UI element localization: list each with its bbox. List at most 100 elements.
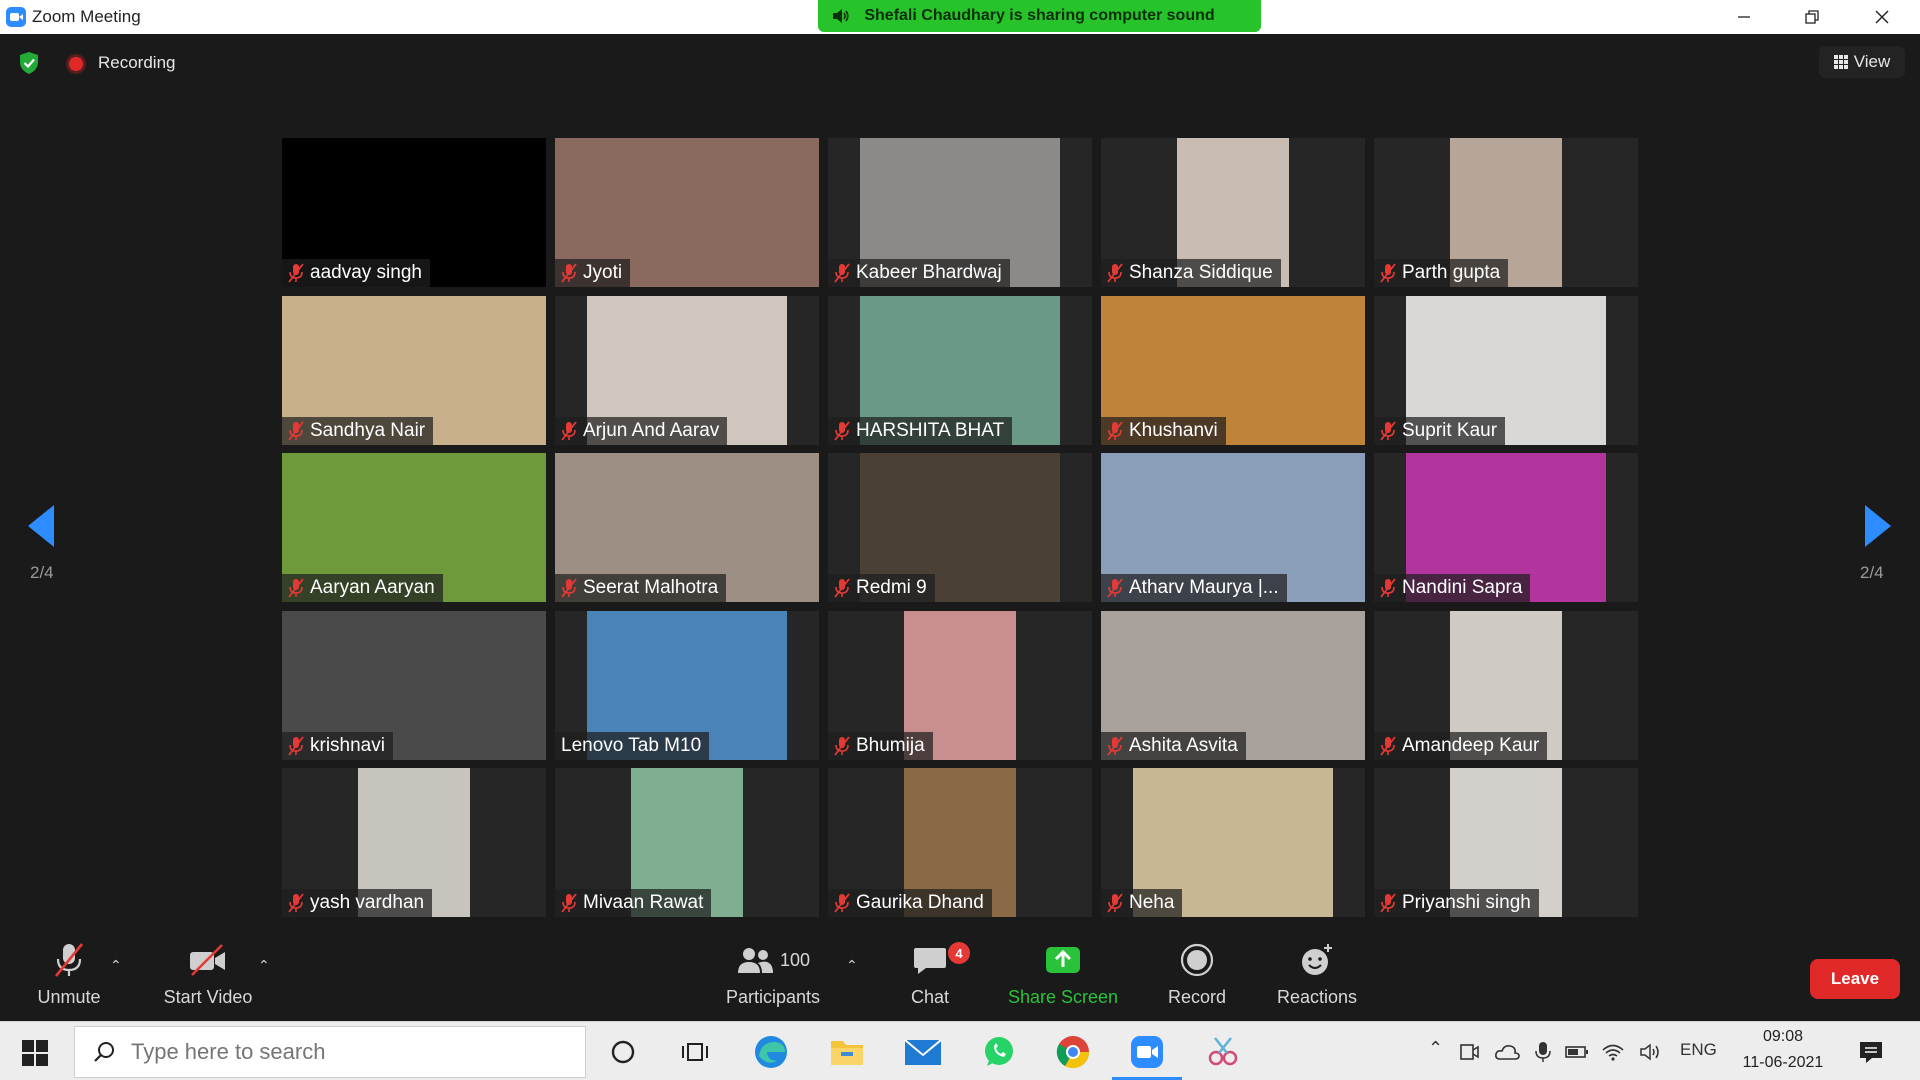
restore-button[interactable] [1782,0,1842,34]
whatsapp-icon[interactable] [980,1033,1018,1071]
muted-mic-icon [1107,421,1123,441]
unmute-label: Unmute [37,987,101,1007]
volume-icon[interactable] [1636,1033,1666,1071]
participant-tile[interactable]: Nandini Sapra [1374,453,1638,602]
muted-mic-icon [834,263,850,283]
participant-tile[interactable]: Khushanvi [1101,296,1365,445]
participant-name-label: Amandeep Kaur [1374,732,1548,760]
onedrive-cloud-icon[interactable] [1492,1033,1522,1071]
participants-button[interactable]: 100 Participants [718,935,828,1021]
window-title: Zoom Meeting [32,7,141,26]
minimize-button[interactable] [1714,0,1774,34]
taskbar-search-box[interactable] [74,1026,586,1078]
participant-tile[interactable]: Bhumija [828,611,1092,760]
snipping-tool-icon[interactable] [1204,1033,1242,1071]
share-screen-icon [1046,947,1080,973]
taskbar-clock[interactable]: 09:08 11-06-2021 [1740,1024,1826,1076]
zoom-taskbar-icon[interactable] [1128,1033,1166,1071]
battery-icon[interactable] [1562,1033,1592,1071]
participant-name-label: Redmi 9 [828,574,935,602]
participant-tile[interactable]: Jyoti [555,138,819,287]
participant-tile[interactable]: Parth gupta [1374,138,1638,287]
participant-name: Khushanvi [1129,420,1218,441]
chrome-icon[interactable] [1054,1033,1092,1071]
record-button[interactable]: Record [1164,935,1230,1021]
participant-tile[interactable]: krishnavi [282,611,546,760]
mail-icon[interactable] [904,1033,942,1071]
microphone-tray-icon[interactable] [1530,1033,1556,1071]
start-video-button[interactable]: Start Video [158,935,258,1021]
wifi-icon[interactable] [1598,1033,1628,1071]
muted-mic-icon [1380,893,1396,913]
muted-mic-icon [834,736,850,756]
participant-name-label: Kabeer Bhardwaj [828,259,1010,287]
leave-button[interactable]: Leave [1810,959,1900,999]
close-icon [1875,10,1889,24]
participant-tile[interactable]: Kabeer Bhardwaj [828,138,1092,287]
participant-tile[interactable]: Redmi 9 [828,453,1092,602]
participant-tile[interactable]: Priyanshi singh [1374,768,1638,917]
restore-icon [1805,10,1819,24]
participant-tile[interactable]: Shanza Siddique [1101,138,1365,287]
participant-tile[interactable]: Suprit Kaur [1374,296,1638,445]
muted-mic-icon [1380,736,1396,756]
participant-tile[interactable]: Sandhya Nair [282,296,546,445]
participant-name-label: Neha [1101,889,1183,917]
participant-tile[interactable]: Gaurika Dhand [828,768,1092,917]
notifications-icon[interactable] [1852,1033,1890,1071]
participant-tile[interactable]: Seerat Malhotra [555,453,819,602]
video-options-caret-icon[interactable]: ⌃ [258,957,270,974]
muted-mic-icon [561,893,577,913]
participant-tile[interactable]: HARSHITA BHAT [828,296,1092,445]
muted-mic-icon [1380,263,1396,283]
close-button[interactable] [1852,0,1912,34]
participant-name-label: Jyoti [555,259,631,287]
participant-tile[interactable]: Arjun And Aarav [555,296,819,445]
participant-name: Mivaan Rawat [583,892,704,913]
participant-tile[interactable]: Neha [1101,768,1365,917]
edge-browser-icon[interactable] [752,1033,790,1071]
participant-name-label: Ashita Asvita [1101,732,1246,760]
participant-name: Aaryan Aaryan [310,577,435,598]
participant-tile[interactable]: Atharv Maurya |... [1101,453,1365,602]
chat-button[interactable]: 4 Chat [900,935,970,1021]
search-input[interactable] [131,1039,531,1065]
meet-now-icon[interactable] [1456,1033,1482,1071]
participant-name: Shanza Siddique [1129,262,1273,283]
speaker-icon [833,9,849,23]
show-hidden-icons-caret-icon[interactable]: ⌃ [1428,1038,1443,1059]
participant-tile[interactable]: yash vardhan [282,768,546,917]
windows-start-icon[interactable] [22,1040,48,1066]
participant-tile[interactable]: Mivaan Rawat [555,768,819,917]
cortana-icon[interactable] [604,1033,642,1071]
windows-taskbar: ⌃ ENG [0,1021,1920,1080]
participant-tile[interactable]: aadvay singh [282,138,546,287]
muted-mic-icon [1380,421,1396,441]
microphone-muted-icon [54,943,84,977]
participant-tile[interactable]: Amandeep Kaur [1374,611,1638,760]
share-screen-button[interactable]: Share Screen [1006,935,1120,1021]
muted-mic-icon [288,578,304,598]
participants-options-caret-icon[interactable]: ⌃ [846,957,858,974]
unmute-button[interactable]: Unmute [30,935,108,1021]
participant-tile[interactable]: Lenovo Tab M10 [555,611,819,760]
participant-name: Amandeep Kaur [1402,735,1540,756]
participant-name: Neha [1129,892,1175,913]
previous-page-arrow-icon[interactable] [28,505,54,547]
muted-mic-icon [1107,263,1123,283]
muted-mic-icon [1107,736,1123,756]
file-explorer-icon[interactable] [828,1033,866,1071]
participant-name-label: yash vardhan [282,889,433,917]
task-view-icon[interactable] [676,1033,714,1071]
reactions-button[interactable]: Reactions [1274,935,1360,1021]
participant-tile[interactable]: Ashita Asvita [1101,611,1365,760]
muted-mic-icon [288,736,304,756]
muted-mic-icon [834,421,850,441]
participant-name-label: Mivaan Rawat [555,889,712,917]
view-button[interactable]: View [1819,46,1905,78]
encryption-shield-icon[interactable] [18,51,40,75]
input-language-indicator[interactable]: ENG [1680,1040,1717,1060]
next-page-arrow-icon[interactable] [1865,505,1891,547]
audio-options-caret-icon[interactable]: ⌃ [110,957,122,974]
participant-tile[interactable]: Aaryan Aaryan [282,453,546,602]
